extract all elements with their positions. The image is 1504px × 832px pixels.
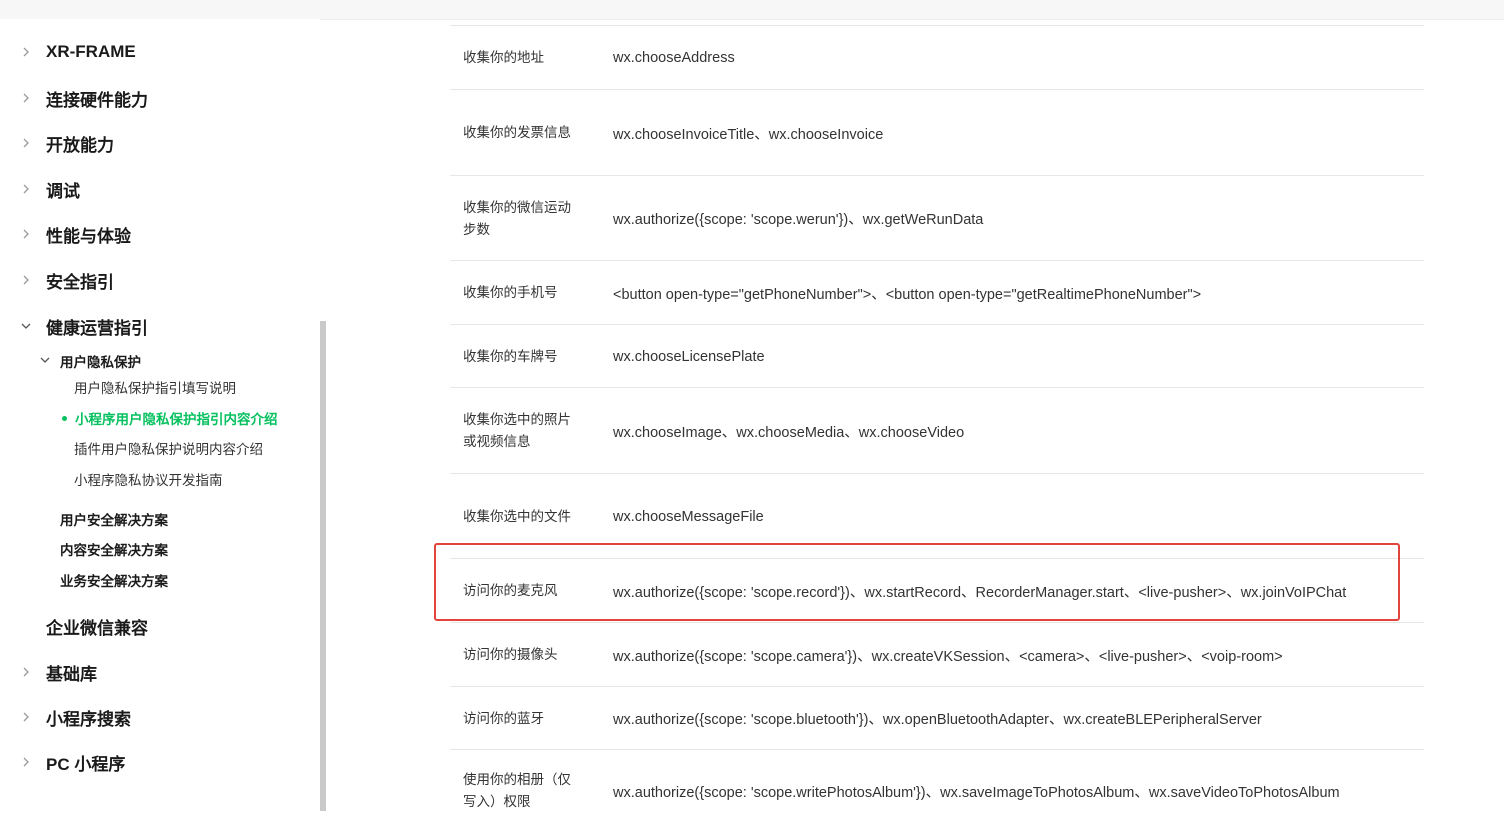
- chevron-down-icon: [40, 355, 52, 367]
- table-row: 收集你的手机号 <button open-type="getPhoneNumbe…: [450, 260, 1424, 325]
- chevron-right-icon: [20, 711, 32, 723]
- sidebar-item-pc-miniprogram[interactable]: PC 小程序: [0, 747, 125, 777]
- chevron-right-icon: [20, 756, 32, 768]
- row-description: 收集你的地址: [463, 50, 544, 65]
- sidebar-subitem-label: 小程序用户隐私保护指引内容介绍: [75, 412, 278, 427]
- row-api: wx.authorize({scope: 'scope.bluetooth'})…: [613, 712, 1262, 728]
- top-bar: [0, 0, 1504, 20]
- sidebar-item-label: 企业微信兼容: [46, 618, 148, 638]
- row-api: wx.authorize({scope: 'scope.writePhotosA…: [613, 784, 1340, 801]
- sidebar-item-label: PC 小程序: [46, 754, 126, 774]
- chevron-right-icon: [20, 228, 32, 240]
- sidebar-subitem-privacy-fill-guide[interactable]: 用户隐私保护指引填写说明: [74, 377, 236, 397]
- sidebar-item-health-operation[interactable]: 健康运营指引: [0, 311, 148, 341]
- sidebar-item-label: 基础库: [46, 664, 97, 684]
- row-description: 收集你的微信运动步数: [463, 199, 571, 237]
- chevron-right-icon: [20, 183, 32, 195]
- blank-icon-slot: [20, 620, 32, 632]
- sidebar-group-label: 用户隐私保护: [60, 355, 141, 370]
- sidebar-nav: XR-FRAME 连接硬件能力 开放能力 调试 性能与体验 安全指引 健康运营指…: [0, 19, 320, 811]
- sidebar-item-search[interactable]: 小程序搜索: [0, 702, 131, 732]
- sidebar-item-security-guide[interactable]: 安全指引: [0, 265, 114, 295]
- row-api: <button open-type="getPhoneNumber">、<but…: [613, 286, 1202, 303]
- row-description: 收集你的车牌号: [463, 348, 558, 364]
- row-description: 收集你的手机号: [463, 285, 558, 300]
- row-api: wx.chooseLicensePlate: [613, 348, 765, 365]
- sidebar-group-user-privacy[interactable]: 用户隐私保护: [40, 351, 141, 371]
- row-api: wx.authorize({scope: 'scope.camera'})、wx…: [613, 648, 1283, 665]
- chevron-right-icon: [20, 137, 32, 149]
- sidebar-item-label: 安全指引: [46, 272, 114, 292]
- chevron-right-icon: [20, 666, 32, 678]
- sidebar-group-business-security[interactable]: 业务安全解决方案: [60, 570, 168, 590]
- row-api: wx.authorize({scope: 'scope.werun'})、wx.…: [613, 212, 984, 228]
- highlight-box: [434, 543, 1400, 621]
- sidebar-item-base-library[interactable]: 基础库: [0, 657, 97, 687]
- table-row: 收集你的微信运动步数 wx.authorize({scope: 'scope.w…: [450, 175, 1424, 261]
- row-description: 使用你的相册（仅写入）权限: [463, 772, 571, 809]
- row-description: 收集你选中的文件: [463, 508, 571, 524]
- table-row: 访问你的摄像头 wx.authorize({scope: 'scope.came…: [450, 622, 1424, 687]
- table-row: 收集你的车牌号 wx.chooseLicensePlate: [450, 324, 1424, 388]
- sidebar-item-open-capability[interactable]: 开放能力: [0, 128, 114, 158]
- sidebar-item-label: 开放能力: [46, 135, 114, 155]
- chevron-right-icon: [20, 46, 32, 58]
- table-row: 收集你选中的照片或视频信息 wx.chooseImage、wx.chooseMe…: [450, 387, 1424, 474]
- sidebar-group-content-security[interactable]: 内容安全解决方案: [60, 539, 168, 559]
- sidebar-item-wecom[interactable]: 企业微信兼容: [0, 611, 148, 641]
- sidebar-item-label: 健康运营指引: [46, 318, 148, 338]
- sidebar-item-label: 调试: [46, 181, 80, 201]
- sidebar-item-label: 性能与体验: [46, 226, 131, 246]
- active-dot-icon: [62, 415, 67, 421]
- sidebar-group-user-security[interactable]: 用户安全解决方案: [60, 509, 168, 529]
- table-row: 使用你的相册（仅写入）权限 wx.authorize({scope: 'scop…: [450, 749, 1424, 832]
- table-row: 收集你的发票信息 wx.chooseInvoiceTitle、wx.choose…: [450, 89, 1424, 176]
- sidebar-item-debug[interactable]: 调试: [0, 174, 80, 204]
- row-description: 收集你选中的照片或视频信息: [463, 412, 571, 449]
- sidebar-item-label: XR-FRAME: [46, 42, 136, 61]
- sidebar-item-label: 连接硬件能力: [46, 90, 148, 110]
- sidebar-scrollbar[interactable]: [320, 321, 326, 811]
- sidebar-subitem-privacy-dev-guide[interactable]: 小程序隐私协议开发指南: [74, 469, 223, 489]
- row-api: wx.chooseMessageFile: [613, 508, 764, 525]
- row-description: 收集你的发票信息: [463, 125, 571, 140]
- table-row: 访问你的蓝牙 wx.authorize({scope: 'scope.bluet…: [450, 686, 1424, 750]
- sidebar-item-performance[interactable]: 性能与体验: [0, 219, 131, 249]
- row-api: wx.chooseImage、wx.chooseMedia、wx.chooseV…: [613, 424, 965, 441]
- chevron-down-icon: [20, 320, 32, 332]
- sidebar-item-label: 小程序搜索: [46, 709, 131, 729]
- row-api: wx.chooseInvoiceTitle、wx.chooseInvoice: [613, 126, 884, 143]
- chevron-right-icon: [20, 92, 32, 104]
- sidebar-subitem-plugin-privacy[interactable]: 插件用户隐私保护说明内容介绍: [74, 438, 263, 458]
- sidebar-subitem-privacy-intro-active[interactable]: 小程序用户隐私保护指引内容介绍: [62, 408, 278, 428]
- row-description: 访问你的摄像头: [463, 647, 558, 662]
- sidebar-item-hardware[interactable]: 连接硬件能力: [0, 83, 148, 113]
- row-api: wx.chooseAddress: [613, 50, 735, 66]
- chevron-right-icon: [20, 274, 32, 286]
- table-row: 收集你的地址 wx.chooseAddress: [450, 25, 1424, 90]
- sidebar-item-xr-frame[interactable]: XR-FRAME: [0, 37, 136, 67]
- row-description: 访问你的蓝牙: [463, 710, 544, 726]
